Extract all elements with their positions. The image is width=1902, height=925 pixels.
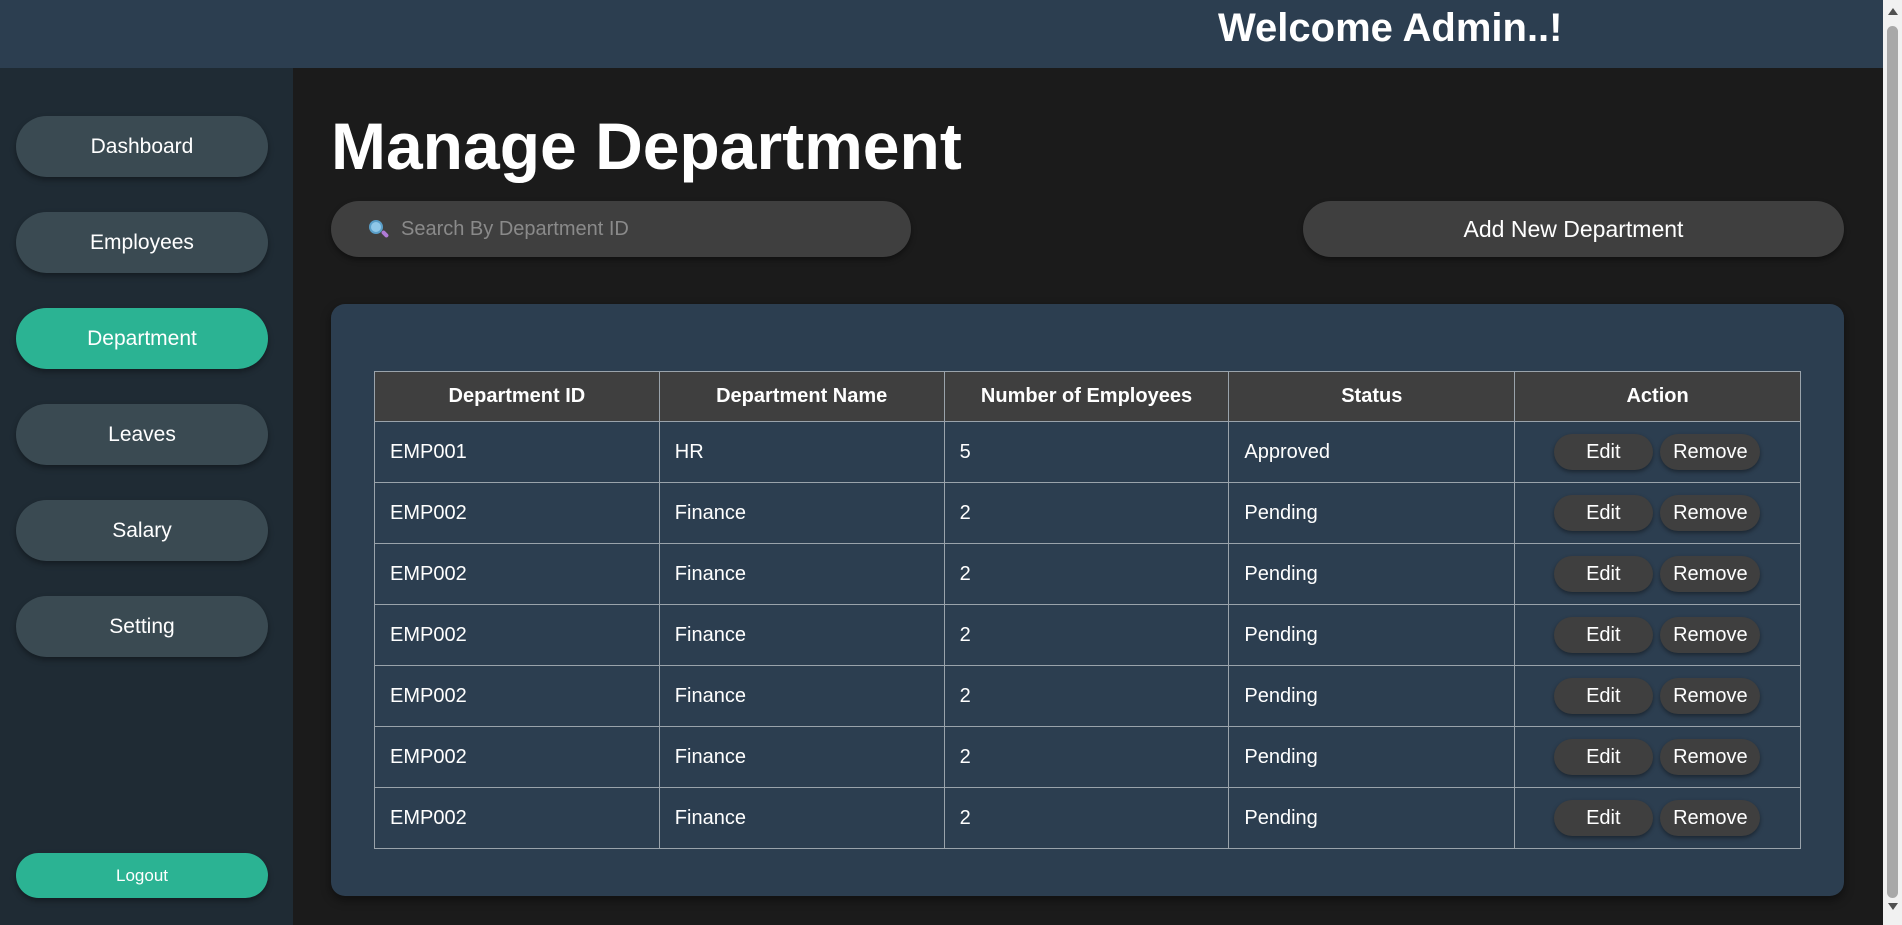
- department-name-cell: Finance: [658, 787, 945, 849]
- sidebar-item-employees[interactable]: Employees: [16, 212, 268, 273]
- column-header-employee-count: Number of Employees: [943, 371, 1230, 422]
- column-header-department-id: Department ID: [374, 371, 660, 422]
- department-id-cell: EMP001: [374, 421, 660, 483]
- table-header-row: Department ID Department Name Number of …: [374, 371, 1801, 422]
- main-content: Manage Department Add New Department Dep…: [293, 68, 1883, 925]
- top-bar: Welcome Admin..!: [0, 0, 1883, 68]
- scrollbar-thumb[interactable]: [1887, 26, 1898, 898]
- department-name-cell: Finance: [658, 604, 945, 666]
- status-cell: Pending: [1228, 787, 1516, 849]
- column-header-status: Status: [1228, 371, 1516, 422]
- logout-button[interactable]: Logout: [16, 853, 268, 898]
- edit-button[interactable]: Edit: [1553, 495, 1653, 531]
- department-id-cell: EMP002: [374, 726, 660, 788]
- remove-button[interactable]: Remove: [1660, 678, 1761, 714]
- sidebar-item-department[interactable]: Department: [16, 308, 268, 369]
- table-row: EMP002 Finance 2 Pending Edit Remove: [374, 665, 1801, 727]
- welcome-message: Welcome Admin..!: [1218, 6, 1563, 50]
- department-name-cell: Finance: [658, 543, 945, 605]
- action-cell: Edit Remove: [1514, 482, 1801, 544]
- employee-count-cell: 2: [943, 787, 1230, 849]
- sidebar-item-setting[interactable]: Setting: [16, 596, 268, 657]
- table-row: EMP002 Finance 2 Pending Edit Remove: [374, 726, 1801, 788]
- column-header-action: Action: [1514, 371, 1801, 422]
- department-name-cell: Finance: [658, 665, 945, 727]
- employee-count-cell: 2: [943, 726, 1230, 788]
- edit-button[interactable]: Edit: [1553, 800, 1653, 836]
- table-row: EMP002 Finance 2 Pending Edit Remove: [374, 543, 1801, 605]
- status-cell: Pending: [1228, 665, 1516, 727]
- status-cell: Approved: [1228, 421, 1516, 483]
- status-cell: Pending: [1228, 726, 1516, 788]
- remove-button[interactable]: Remove: [1660, 739, 1761, 775]
- sidebar-item-salary[interactable]: Salary: [16, 500, 268, 561]
- remove-button[interactable]: Remove: [1660, 495, 1761, 531]
- action-cell: Edit Remove: [1514, 543, 1801, 605]
- edit-button[interactable]: Edit: [1553, 556, 1653, 592]
- edit-button[interactable]: Edit: [1553, 739, 1653, 775]
- employee-count-cell: 2: [943, 543, 1230, 605]
- table-row: EMP002 Finance 2 Pending Edit Remove: [374, 482, 1801, 544]
- employee-count-cell: 2: [943, 665, 1230, 727]
- employee-count-cell: 2: [943, 482, 1230, 544]
- vertical-scrollbar[interactable]: [1883, 0, 1902, 925]
- column-header-department-name: Department Name: [658, 371, 945, 422]
- remove-button[interactable]: Remove: [1660, 617, 1761, 653]
- sidebar-item-dashboard[interactable]: Dashboard: [16, 116, 268, 177]
- status-cell: Pending: [1228, 604, 1516, 666]
- department-name-cell: Finance: [658, 482, 945, 544]
- department-id-cell: EMP002: [374, 787, 660, 849]
- sidebar: Dashboard Employees Department Leaves Sa…: [0, 68, 293, 925]
- department-id-cell: EMP002: [374, 604, 660, 666]
- action-cell: Edit Remove: [1514, 421, 1801, 483]
- scroll-up-arrow-icon[interactable]: [1888, 8, 1898, 15]
- action-cell: Edit Remove: [1514, 787, 1801, 849]
- status-cell: Pending: [1228, 482, 1516, 544]
- action-cell: Edit Remove: [1514, 726, 1801, 788]
- search-box[interactable]: [331, 201, 911, 257]
- department-name-cell: Finance: [658, 726, 945, 788]
- add-new-department-button[interactable]: Add New Department: [1303, 201, 1844, 257]
- remove-button[interactable]: Remove: [1660, 556, 1761, 592]
- edit-button[interactable]: Edit: [1553, 617, 1653, 653]
- search-icon: [367, 218, 390, 240]
- remove-button[interactable]: Remove: [1660, 800, 1761, 836]
- remove-button[interactable]: Remove: [1660, 434, 1761, 470]
- department-id-cell: EMP002: [374, 482, 660, 544]
- scroll-down-arrow-icon[interactable]: [1888, 903, 1898, 910]
- table-row: EMP002 Finance 2 Pending Edit Remove: [374, 604, 1801, 666]
- action-cell: Edit Remove: [1514, 604, 1801, 666]
- department-id-cell: EMP002: [374, 665, 660, 727]
- search-input[interactable]: [399, 216, 879, 242]
- department-name-cell: HR: [658, 421, 945, 483]
- employee-count-cell: 2: [943, 604, 1230, 666]
- department-id-cell: EMP002: [374, 543, 660, 605]
- action-cell: Edit Remove: [1514, 665, 1801, 727]
- page-title: Manage Department: [331, 109, 962, 183]
- table-row: EMP001 HR 5 Approved Edit Remove: [374, 421, 1801, 483]
- edit-button[interactable]: Edit: [1553, 678, 1653, 714]
- table-row: EMP002 Finance 2 Pending Edit Remove: [374, 787, 1801, 849]
- department-table-card: Department ID Department Name Number of …: [331, 304, 1844, 896]
- department-table: Department ID Department Name Number of …: [374, 371, 1801, 849]
- sidebar-item-leaves[interactable]: Leaves: [16, 404, 268, 465]
- employee-count-cell: 5: [943, 421, 1230, 483]
- status-cell: Pending: [1228, 543, 1516, 605]
- edit-button[interactable]: Edit: [1553, 434, 1653, 470]
